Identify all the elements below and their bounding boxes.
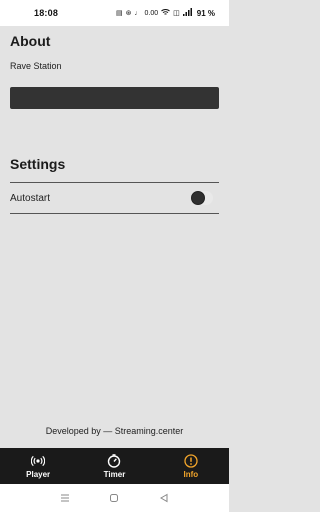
- menu-icon: [60, 494, 69, 502]
- app-screen: 18:08 ▤ ⊛ ♩ 0.00 ◫ 91 % About Rave Stati…: [0, 0, 229, 512]
- nav-info-label: Info: [183, 469, 199, 479]
- about-heading: About: [10, 33, 51, 49]
- bottom-navigation: Player Timer Info: [0, 448, 229, 484]
- nav-info[interactable]: Info: [153, 448, 229, 484]
- silent-icon: ♩: [134, 9, 142, 17]
- nav-timer-label: Timer: [103, 469, 126, 479]
- toggle-knob: [191, 191, 205, 205]
- station-info-bar: [10, 87, 219, 109]
- status-bar: 18:08 ▤ ⊛ ♩ 0.00 ◫ 91 %: [0, 0, 229, 26]
- info-icon: [184, 453, 198, 468]
- back-icon: [160, 493, 168, 503]
- broadcast-icon: [31, 455, 46, 466]
- station-name: Rave Station: [10, 61, 62, 71]
- home-button[interactable]: [105, 489, 123, 507]
- autostart-label: Autostart: [10, 192, 51, 204]
- developer-credits: Developed by — Streaming.center: [45, 426, 184, 436]
- battery-level: 91 %: [196, 8, 215, 18]
- signal-icon: [182, 8, 192, 18]
- nav-player[interactable]: Player: [0, 448, 76, 484]
- system-navigation: [0, 484, 229, 512]
- data-speed-icon: 0.00: [144, 9, 159, 17]
- nfc-icon: ▤: [116, 10, 123, 17]
- nav-timer[interactable]: Timer: [76, 448, 152, 484]
- menu-button[interactable]: [56, 489, 74, 507]
- nav-player-label: Player: [26, 469, 51, 479]
- volte-icon: ◫: [173, 10, 180, 17]
- home-icon: [110, 494, 119, 502]
- settings-heading: Settings: [10, 156, 66, 172]
- status-icons: ▤ ⊛ ♩ 0.00 ◫ 91 %: [116, 8, 215, 18]
- autostart-row[interactable]: Autostart: [10, 183, 219, 213]
- timer-icon: [108, 453, 121, 468]
- back-button[interactable]: [155, 489, 173, 507]
- status-time: 18:08: [34, 8, 59, 18]
- divider: [10, 213, 219, 214]
- wifi-icon: [161, 8, 170, 18]
- autostart-toggle[interactable]: [191, 191, 213, 205]
- bluetooth-icon: ⊛: [125, 10, 132, 17]
